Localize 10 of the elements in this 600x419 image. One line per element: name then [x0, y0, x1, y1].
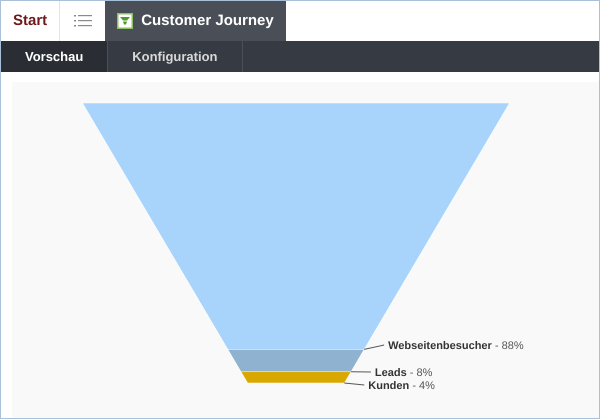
- funnel-label: Kunden - 4%: [368, 380, 435, 392]
- funnel-label: Webseitenbesucher - 88%: [388, 340, 524, 352]
- tab[interactable]: Customer Journey: [105, 1, 286, 41]
- funnel-label: Leads - 8%: [374, 367, 432, 379]
- funnel-icon: [117, 13, 134, 29]
- leader-line: [364, 344, 385, 350]
- tab[interactable]: Vorschau: [1, 41, 108, 72]
- leader-line: [350, 371, 372, 372]
- leader-line: [344, 382, 365, 386]
- list-icon[interactable]: [74, 14, 92, 28]
